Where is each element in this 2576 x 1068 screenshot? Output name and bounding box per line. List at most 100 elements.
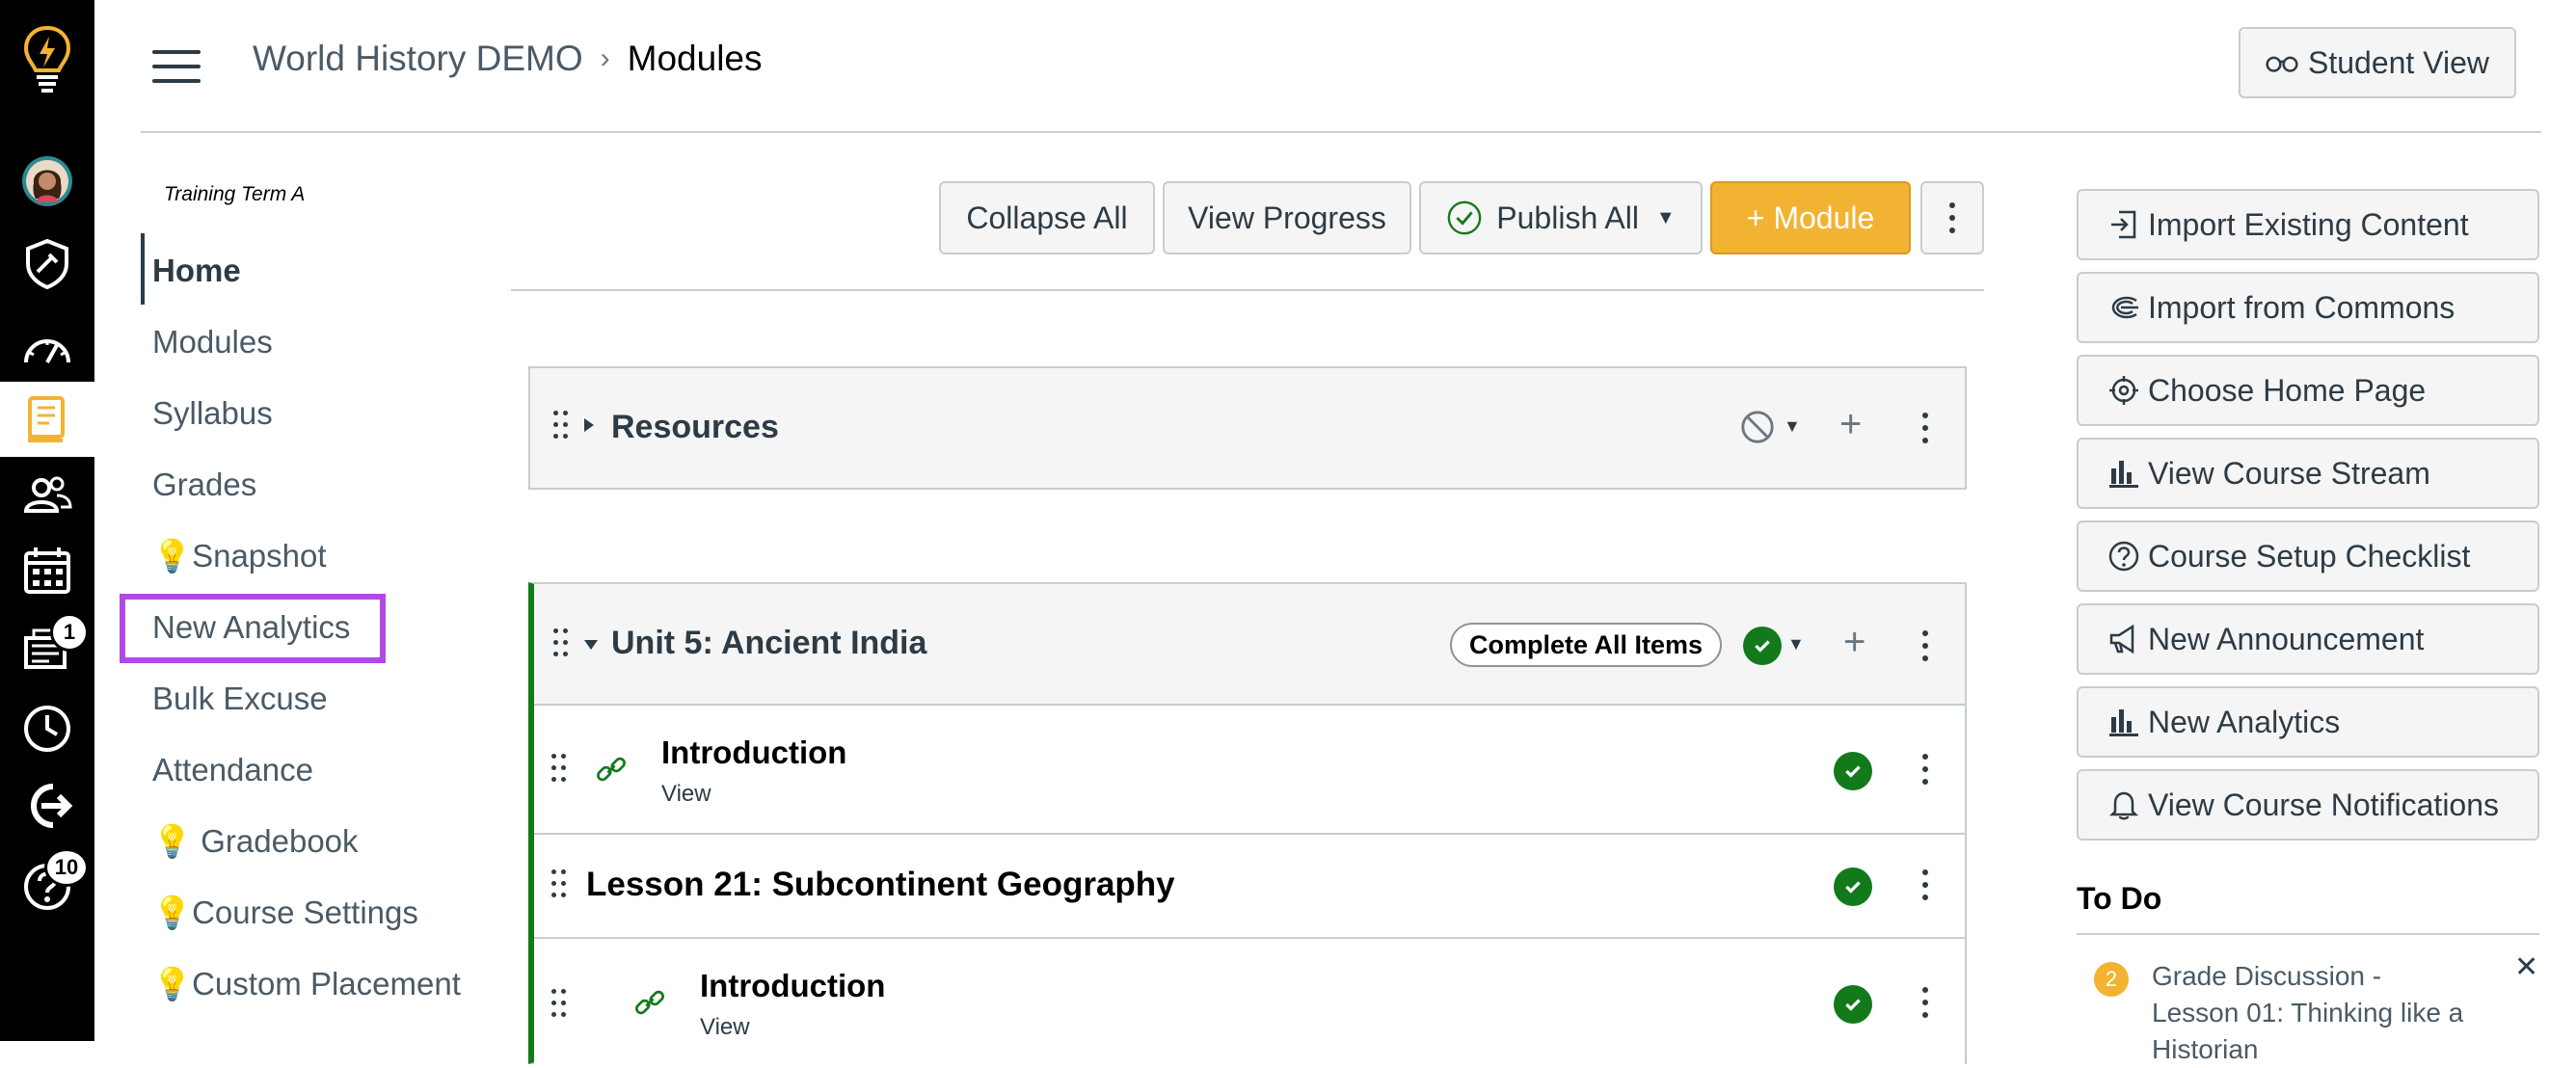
breadcrumb: World History DEMO › Modules [253, 39, 763, 79]
course-nav-course-settings[interactable]: 💡Course Settings [152, 894, 418, 932]
view-course-stream-button[interactable]: View Course Stream [2077, 438, 2539, 509]
todo-divider [2077, 933, 2539, 935]
history-clock-icon[interactable] [0, 694, 94, 763]
published-check-icon[interactable] [1743, 627, 1782, 665]
courses-book-icon[interactable] [0, 382, 94, 457]
logout-arrow-icon[interactable] [0, 771, 94, 841]
module-title[interactable]: Unit 5: Ancient India [611, 625, 926, 662]
import-existing-content-button[interactable]: Import Existing Content [2077, 189, 2539, 260]
publish-all-button[interactable]: Publish All ▼ [1419, 181, 1703, 254]
publish-caret-icon[interactable]: ▼ [1787, 634, 1805, 654]
toolbar-more-button[interactable] [1920, 181, 1984, 254]
dashboard-gauge-icon[interactable] [0, 314, 94, 384]
drag-handle-icon[interactable] [551, 989, 569, 1022]
help-badge: 10 [44, 848, 89, 887]
student-view-label: Student View [2308, 44, 2489, 80]
course-nav-modules[interactable]: Modules [152, 324, 273, 360]
question-icon [2108, 541, 2139, 572]
close-icon[interactable]: ✕ [2514, 950, 2538, 984]
collapse-all-button[interactable]: Collapse All [939, 181, 1155, 254]
course-nav-home[interactable]: Home [152, 253, 241, 289]
breadcrumb-course-link[interactable]: World History DEMO [253, 39, 583, 79]
drag-handle-icon[interactable] [553, 628, 571, 661]
add-item-plus-icon[interactable]: + [1843, 621, 1865, 664]
bar-chart-icon [2109, 709, 2138, 736]
term-label: Training Term A [164, 183, 306, 205]
module-title[interactable]: Resources [611, 409, 779, 446]
button-label: Choose Home Page [2148, 372, 2427, 408]
import-from-commons-button[interactable]: Import from Commons [2077, 272, 2539, 343]
module-item: Introduction View [534, 937, 1965, 1064]
module-resources: Resources ▼ + [528, 366, 1967, 490]
new-announcement-button[interactable]: New Announcement [2077, 603, 2539, 675]
account-avatar[interactable] [0, 147, 94, 216]
publish-all-label: Publish All [1496, 200, 1639, 235]
target-icon [2109, 376, 2138, 405]
link-icon [597, 757, 626, 782]
header-divider [141, 131, 2541, 133]
new-analytics-highlight-box [120, 594, 386, 663]
active-nav-indicator [141, 233, 145, 305]
item-kebab-icon[interactable] [1920, 866, 1930, 904]
add-item-plus-icon[interactable]: + [1839, 403, 1862, 446]
groups-people-icon[interactable] [0, 461, 94, 530]
item-title[interactable]: Introduction [700, 968, 885, 1004]
course-nav-syllabus[interactable]: Syllabus [152, 395, 273, 432]
module-item: Introduction View [534, 704, 1965, 833]
button-label: View Course Notifications [2148, 787, 2500, 822]
global-navigation: 1 10 [0, 0, 94, 1041]
item-requirement: View [700, 1014, 750, 1040]
module-kebab-icon[interactable] [1920, 627, 1930, 665]
button-label: New Announcement [2148, 621, 2425, 656]
expand-caret-icon[interactable] [584, 418, 594, 432]
drag-handle-icon[interactable] [553, 411, 571, 443]
glasses-icon [2266, 56, 2298, 72]
choose-home-page-button[interactable]: Choose Home Page [2077, 355, 2539, 426]
published-check-icon[interactable] [1834, 985, 1872, 1024]
published-check-icon[interactable] [1834, 868, 1872, 906]
commons-icon [2111, 296, 2138, 319]
button-label: Import Existing Content [2148, 206, 2469, 242]
button-label: New Analytics [2148, 704, 2341, 739]
breadcrumb-current-page: Modules [627, 39, 763, 78]
hamburger-menu-icon[interactable] [152, 50, 201, 83]
student-view-button[interactable]: Student View [2239, 27, 2516, 98]
collapse-caret-icon[interactable] [584, 640, 598, 650]
item-kebab-icon[interactable] [1920, 983, 1930, 1022]
add-module-button[interactable]: + Module [1710, 181, 1911, 254]
view-progress-button[interactable]: View Progress [1163, 181, 1411, 254]
bar-chart-icon [2109, 461, 2138, 488]
calendar-icon[interactable] [0, 536, 94, 605]
course-nav-attendance[interactable]: Attendance [152, 752, 313, 788]
admin-shield-icon[interactable] [0, 229, 94, 299]
caret-down-icon: ▼ [1655, 206, 1676, 228]
course-nav-snapshot[interactable]: 💡Snapshot [152, 538, 327, 575]
course-nav-custom-placement[interactable]: 💡Custom Placement [152, 966, 461, 1003]
drag-handle-icon[interactable] [551, 869, 569, 902]
todo-count-badge: 2 [2094, 962, 2129, 997]
subheader-title[interactable]: Lesson 21: Subcontinent Geography [586, 866, 1175, 904]
view-course-notifications-button[interactable]: View Course Notifications [2077, 769, 2539, 841]
course-nav-grades[interactable]: Grades [152, 467, 256, 503]
toolbar-divider [511, 289, 1984, 291]
publish-caret-icon[interactable]: ▼ [1784, 416, 1801, 437]
inbox-badge: 1 [50, 613, 89, 652]
link-icon [635, 990, 664, 1015]
module-unit-5: Unit 5: Ancient India Complete All Items… [528, 582, 1967, 1064]
drag-handle-icon[interactable] [551, 754, 569, 787]
breadcrumb-separator: › [600, 42, 610, 74]
button-label: View Course Stream [2148, 455, 2430, 491]
button-label: Course Setup Checklist [2148, 538, 2471, 574]
module-kebab-icon[interactable] [1920, 409, 1930, 447]
unpublished-icon[interactable] [1739, 409, 1776, 445]
item-title[interactable]: Introduction [661, 734, 846, 771]
todo-item-link[interactable]: Grade Discussion - Lesson 01: Thinking l… [2152, 958, 2470, 1068]
published-check-icon[interactable] [1834, 752, 1872, 790]
course-setup-checklist-button[interactable]: Course Setup Checklist [2077, 521, 2539, 592]
new-analytics-button[interactable]: New Analytics [2077, 686, 2539, 758]
item-kebab-icon[interactable] [1920, 750, 1930, 788]
course-nav-gradebook[interactable]: 💡 Gradebook [152, 823, 359, 861]
course-nav-bulk-excuse[interactable]: Bulk Excuse [152, 681, 328, 717]
lightbulb-logo-icon[interactable] [0, 6, 94, 112]
import-icon [2111, 210, 2136, 239]
